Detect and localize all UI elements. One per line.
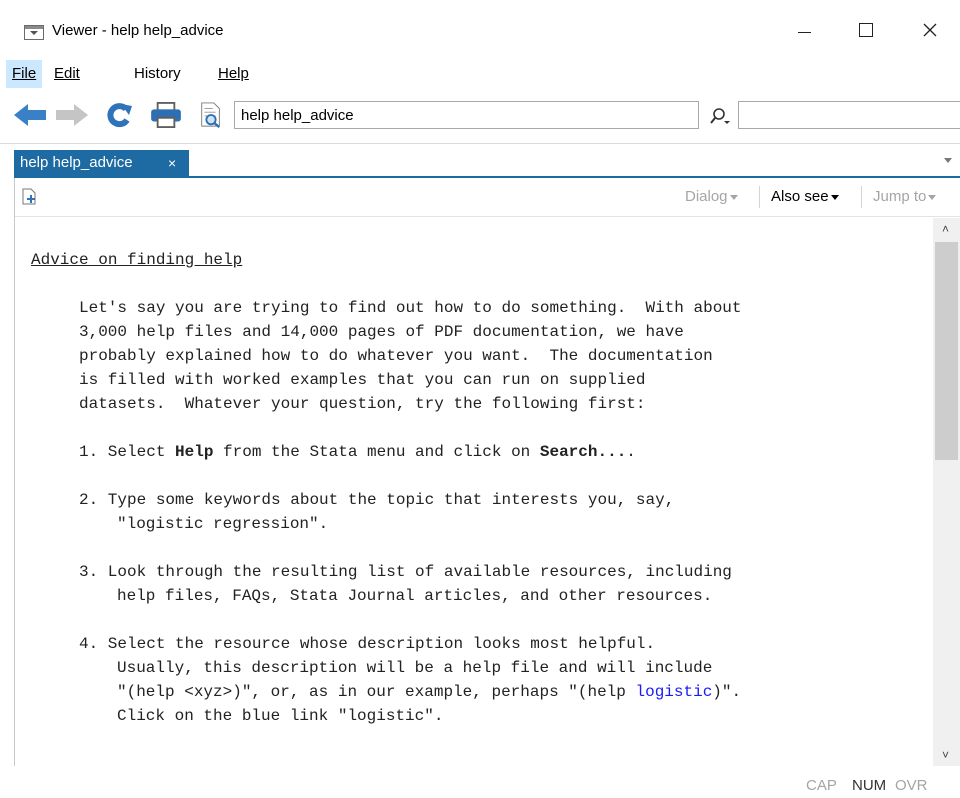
also-see-label: Also see: [771, 188, 829, 205]
chevron-down-icon: [729, 194, 738, 200]
close-button[interactable]: [908, 12, 952, 48]
viewer-content: Dialog Also see Jump to Advice on findin…: [14, 178, 960, 766]
forward-arrow-icon[interactable]: [54, 102, 90, 128]
scrollbar-thumb[interactable]: [935, 242, 958, 460]
vertical-scrollbar[interactable]: ˄ ˅: [933, 218, 960, 766]
menu-help[interactable]: Help: [212, 60, 255, 88]
step-1-text: from the Stata menu and click on: [213, 443, 540, 461]
step-2-line: 2. Type some keywords about the topic th…: [79, 491, 675, 509]
step-4-text: "(help <xyz>)", or, as in our example, p…: [117, 683, 636, 701]
tab-label: help help_advice: [20, 154, 133, 171]
step-1-search-bold: Search...: [539, 443, 627, 461]
dialog-dropdown[interactable]: Dialog: [685, 188, 738, 205]
menu-edit-label: Edit: [54, 65, 80, 82]
paragraph-line: is filled with worked examples that you …: [79, 371, 646, 389]
scroll-up-arrow-icon[interactable]: ˄: [942, 222, 949, 236]
tab-close-icon[interactable]: ×: [168, 150, 176, 176]
menu-bar: File Edit History Help: [0, 60, 960, 88]
menu-history[interactable]: History: [128, 60, 187, 88]
window-title: Viewer - help help_advice: [52, 22, 224, 39]
status-bar: CAP NUM OVR: [0, 768, 960, 798]
chevron-down-icon: [928, 194, 937, 200]
back-arrow-icon[interactable]: [12, 102, 48, 128]
also-see-dropdown[interactable]: Also see: [771, 188, 839, 205]
menu-file-label: File: [12, 65, 37, 82]
search-input[interactable]: [738, 101, 960, 129]
step-4-line: Click on the blue link "logistic".: [117, 707, 444, 725]
maximize-icon: [859, 23, 873, 37]
paragraph-line: 3,000 help files and 14,000 pages of PDF…: [79, 323, 684, 341]
jump-to-label: Jump to: [873, 188, 927, 205]
menu-history-label: History: [134, 65, 181, 82]
step-4-line: Usually, this description will be a help…: [117, 659, 713, 677]
step-3-line: help files, FAQs, Stata Journal articles…: [117, 587, 713, 605]
new-viewer-icon[interactable]: [22, 188, 36, 205]
minimize-button[interactable]: [782, 12, 826, 48]
step-1-text: 1. Select: [79, 443, 176, 461]
help-document: Advice on finding help Let's say you are…: [31, 248, 931, 728]
close-icon: [923, 23, 937, 37]
step-4-text: )".: [712, 683, 742, 701]
jump-to-dropdown[interactable]: Jump to: [873, 188, 937, 205]
toolbar-separator: [861, 186, 862, 208]
menu-edit[interactable]: Edit: [48, 60, 86, 88]
paragraph-line: Let's say you are trying to find out how…: [79, 299, 742, 317]
maximize-button[interactable]: [844, 12, 888, 48]
menu-help-label: Help: [218, 65, 249, 82]
menu-file[interactable]: File: [6, 60, 43, 88]
paragraph-line: datasets. Whatever your question, try th…: [79, 395, 646, 413]
step-1: 1. Select Help from the Stata menu and c…: [31, 440, 931, 464]
caps-lock-indicator: CAP: [806, 777, 837, 794]
dialog-label: Dialog: [685, 188, 728, 205]
print-icon[interactable]: [148, 102, 184, 128]
tab-help-advice[interactable]: help help_advice ×: [14, 150, 189, 176]
step-1-text: .: [626, 443, 636, 461]
toolbar-divider: [0, 143, 960, 144]
search-icon[interactable]: [710, 106, 732, 126]
chevron-down-icon: [830, 194, 839, 200]
step-2-line: "logistic regression".: [117, 515, 329, 533]
address-input[interactable]: help help_advice: [234, 101, 699, 129]
step-3-line: 3. Look through the resulting list of av…: [79, 563, 732, 581]
scroll-down-arrow-icon[interactable]: ˅: [942, 748, 949, 762]
toolbar-separator: [759, 186, 760, 208]
logistic-link[interactable]: logistic: [635, 683, 712, 701]
num-lock-indicator: NUM: [852, 777, 887, 794]
doc-heading: Advice on finding help: [31, 251, 243, 269]
find-in-page-icon[interactable]: [198, 102, 224, 128]
overwrite-indicator: OVR: [895, 777, 928, 794]
step-1-help-bold: Help: [175, 443, 214, 461]
step-4-line: "(help <xyz>)", or, as in our example, p…: [31, 680, 931, 704]
tab-list-chevron-down-icon[interactable]: [944, 158, 952, 163]
title-bar: Viewer - help help_advice: [0, 0, 960, 60]
refresh-icon[interactable]: [104, 102, 134, 128]
paragraph-line: probably explained how to do whatever yo…: [79, 347, 713, 365]
viewer-app-icon[interactable]: [24, 25, 44, 40]
minimize-icon: [797, 31, 811, 33]
step-4-line: 4. Select the resource whose description…: [79, 635, 656, 653]
viewer-toolbar: Dialog Also see Jump to: [15, 178, 960, 217]
